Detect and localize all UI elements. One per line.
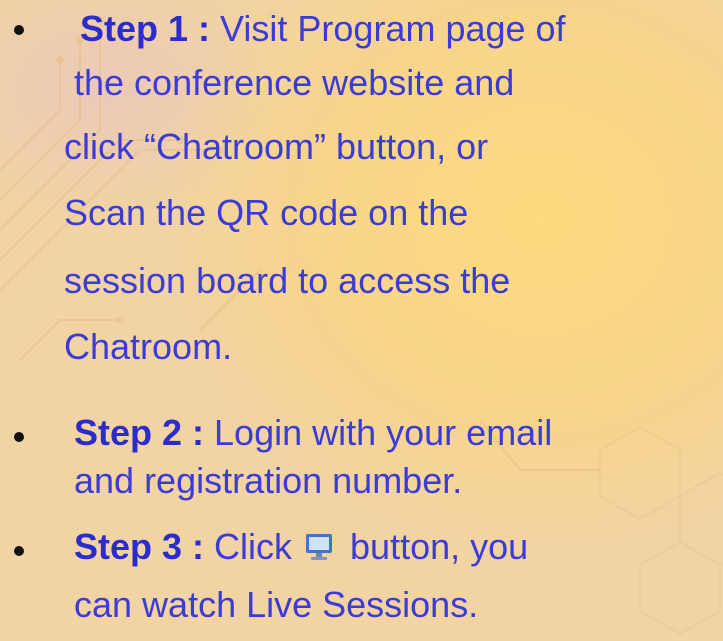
step-3-text-after-icon: button, you	[340, 526, 529, 567]
step-3-line-1: Step 3 : Click button, you	[74, 526, 528, 568]
step-1-line-4: Scan the QR code on the	[64, 192, 469, 233]
step-3-label: Step 3 :	[74, 526, 205, 567]
monitor-icon	[304, 529, 334, 560]
step-1-line-5: session board to access the	[64, 260, 511, 301]
step-2-line-1: Step 2 : Login with your email	[74, 412, 552, 454]
step-2-line-2: and registration number.	[74, 460, 463, 501]
bullet-step-2	[14, 432, 24, 442]
step-2-text: Login with your email	[204, 412, 553, 453]
step-1-label: Step 1 :	[80, 8, 211, 49]
step-1-line-2: the conference website and	[74, 62, 515, 103]
step-3-line-2: can watch Live Sessions.	[74, 584, 479, 625]
bullet-step-3	[14, 546, 24, 556]
step-3-text: Click	[204, 526, 303, 567]
bullet-step-1	[14, 25, 24, 35]
step-1-line-1: Step 1 : Visit Program page of	[80, 8, 566, 50]
step-1-text: Visit Program page of	[210, 8, 566, 49]
step-1-line-3: click “Chatroom” button, or	[64, 126, 489, 167]
steps-list: Step 1 : Visit Program page of the confe…	[0, 0, 723, 641]
step-1-line-6: Chatroom.	[64, 326, 233, 367]
step-2-label: Step 2 :	[74, 412, 205, 453]
